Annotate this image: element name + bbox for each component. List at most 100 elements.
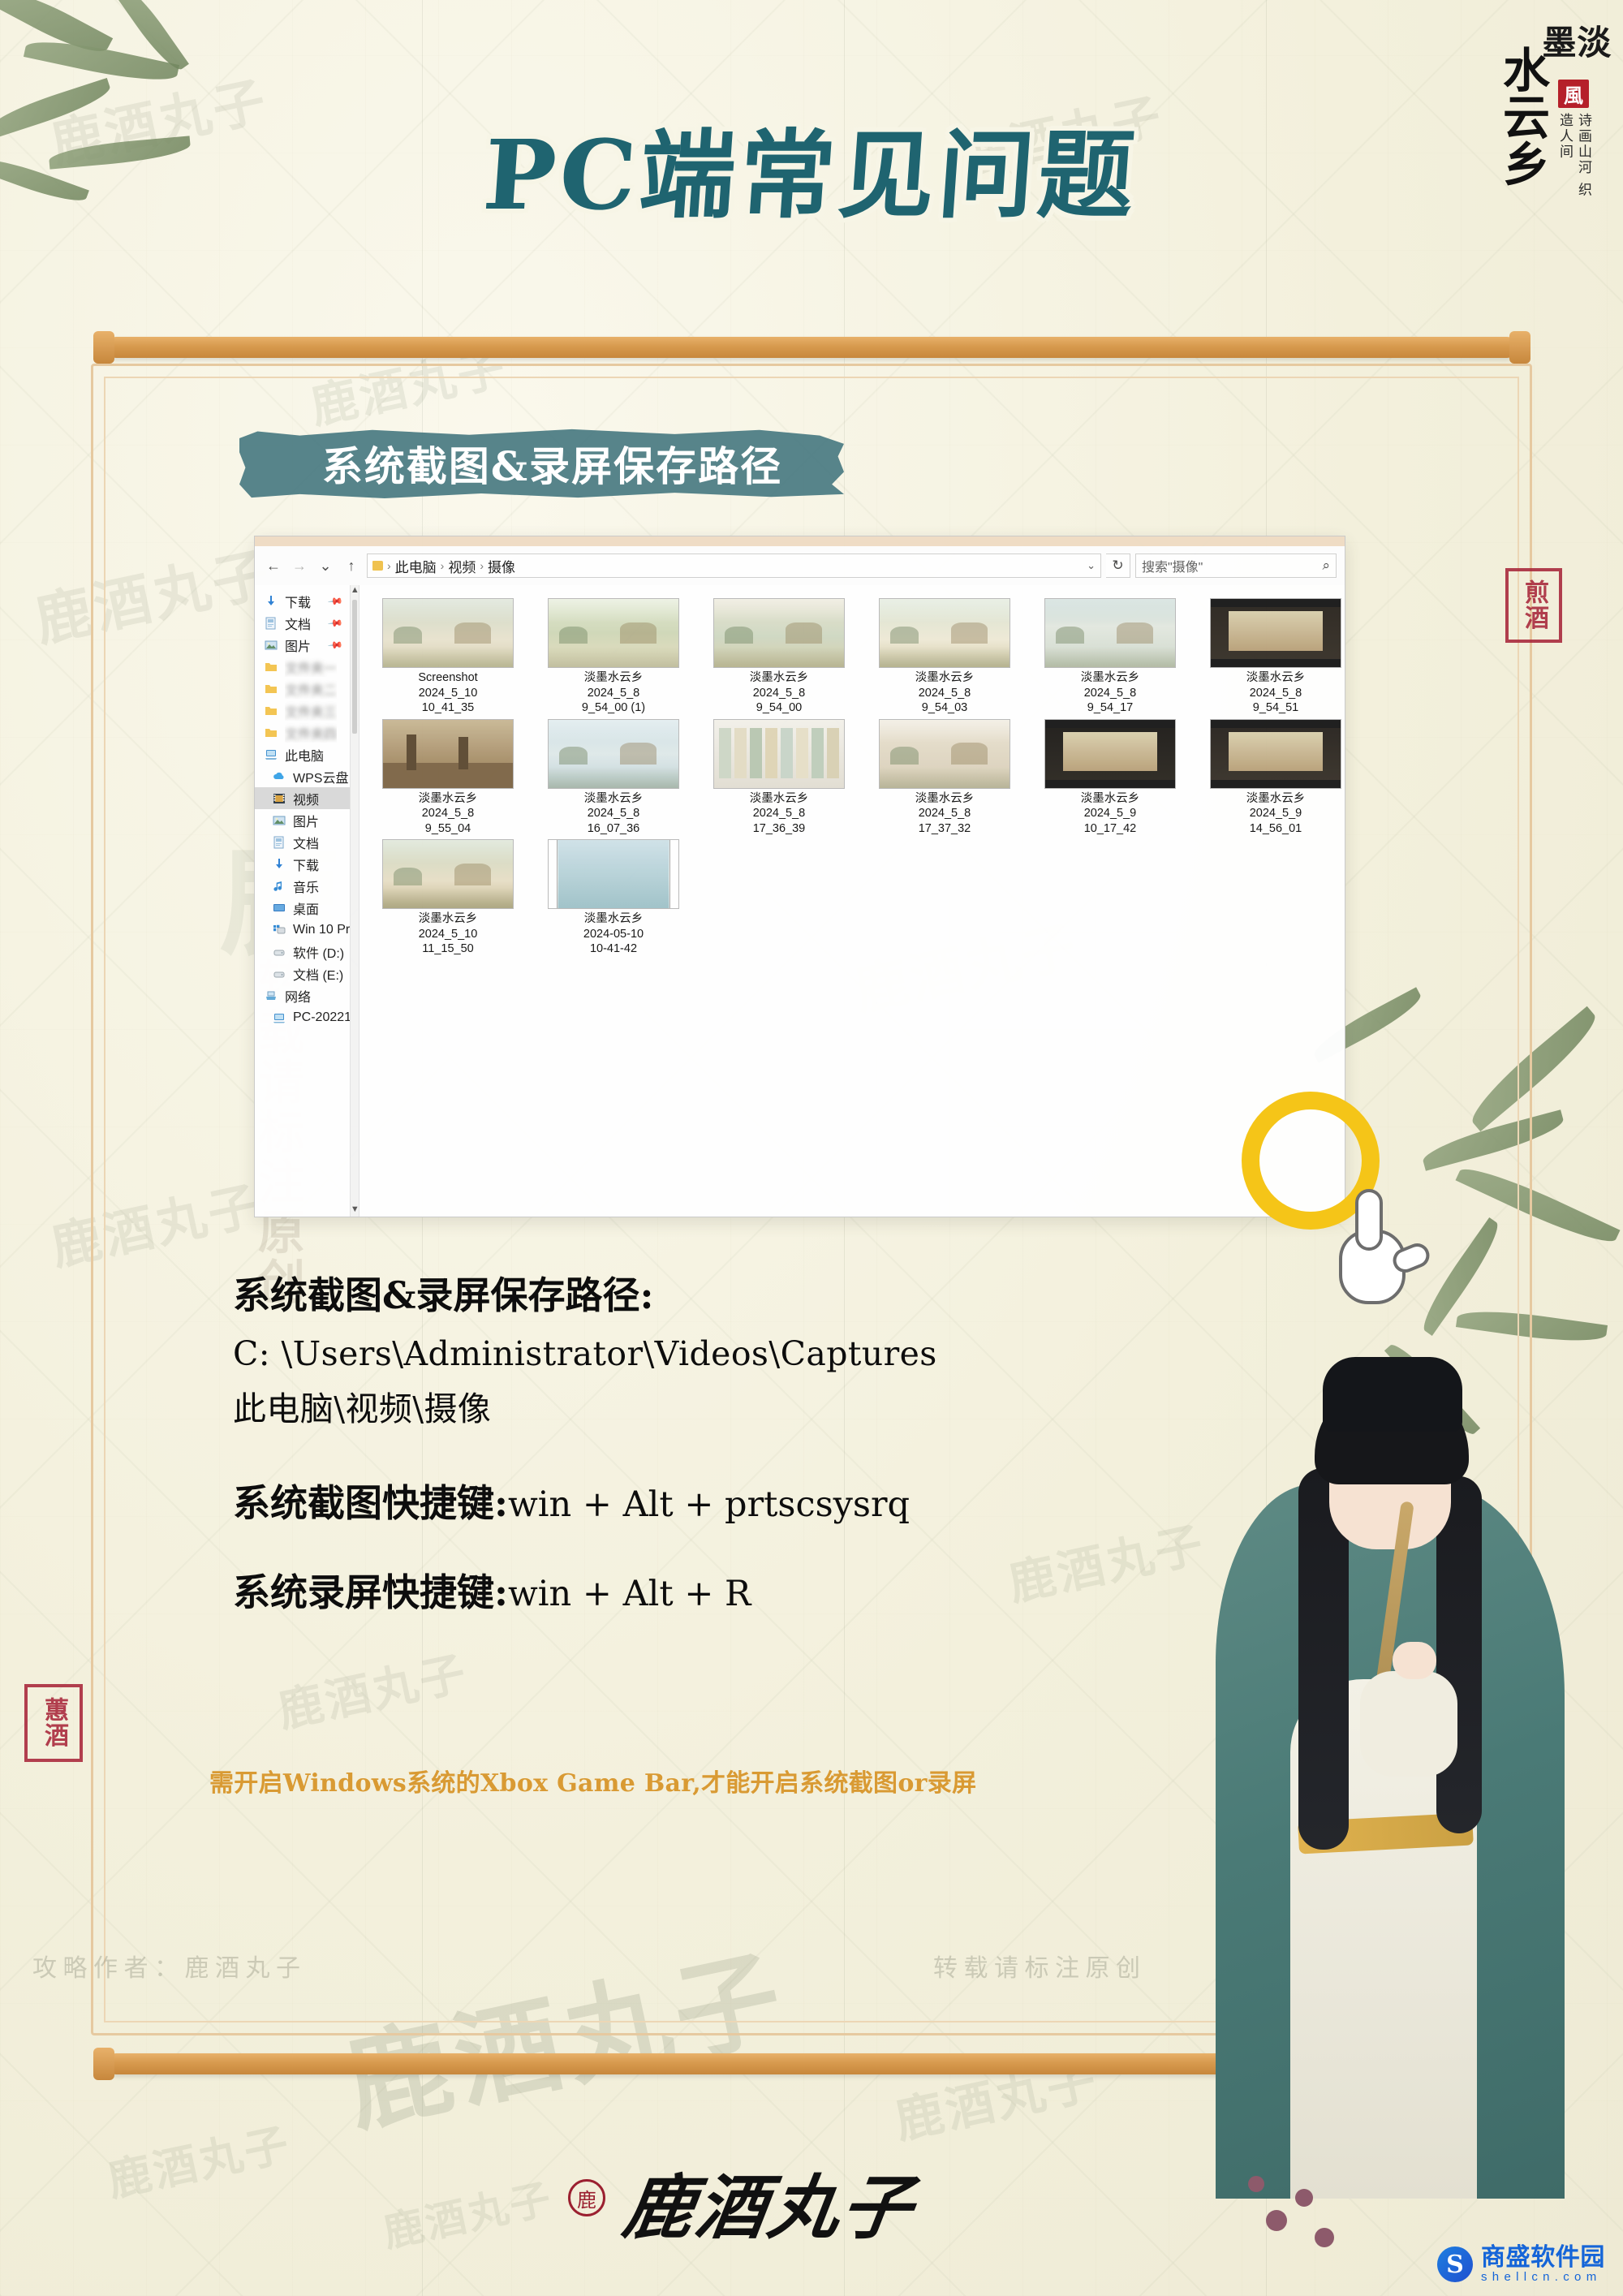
sidebar-item-label: 文件夹二 xyxy=(285,683,338,698)
sidebar-item-9[interactable]: 视频 xyxy=(255,787,350,809)
file-name-label: 淡墨水云乡 2024_5_8 9_54_03 xyxy=(915,671,975,715)
sidebar-item-1[interactable]: 文档 📌 xyxy=(255,612,350,634)
breadcrumb-separator: › xyxy=(480,559,484,572)
address-bar[interactable]: › 此电脑 › 视频 › 摄像 ⌄ xyxy=(367,554,1101,578)
explorer-sidebar[interactable]: 下载 📌 文档 📌 图片 📌 文件夹一 文件夹二 文件夹三 文件夹四 此电脑 WPS云盘 视频 图片 文档下… xyxy=(255,585,351,1217)
explorer-file-area[interactable]: Screenshot 2024_5_10 10_41_35 淡墨水云乡 2024_… xyxy=(359,585,1345,1217)
refresh-icon[interactable]: ↻ xyxy=(1106,554,1130,578)
file-tile[interactable]: 淡墨水云乡 2024_5_8 17_36_39 xyxy=(710,718,848,837)
footer-watermark-repost: 转载请标注原创 xyxy=(933,1954,1147,1983)
pin-icon[interactable]: 📌 xyxy=(327,636,343,653)
file-name-label: 淡墨水云乡 2024-05-10 10-41-42 xyxy=(583,912,644,956)
file-name-label: 淡墨水云乡 2024_5_8 16_07_36 xyxy=(583,791,644,835)
scroll-down-icon[interactable]: ▼ xyxy=(351,1204,359,1217)
scrollbar-thumb[interactable] xyxy=(351,600,357,734)
sidebar-item-label: 文件夹一 xyxy=(285,661,338,676)
sidebar-item-15[interactable]: Win 10 Pro x64 xyxy=(255,919,350,941)
breadcrumb-item-this-pc[interactable]: 此电脑 xyxy=(395,556,437,576)
search-input[interactable]: 搜索"摄像" ⌕ xyxy=(1135,554,1337,578)
sidebar-item-17[interactable]: 文档 (E:) xyxy=(255,963,350,984)
file-tile[interactable]: 淡墨水云乡 2024_5_8 9_54_00 xyxy=(710,598,848,716)
file-thumbnail[interactable] xyxy=(382,598,514,668)
sidebar-item-label: 视频 xyxy=(293,793,320,808)
sidebar-item-14[interactable]: 桌面 xyxy=(255,897,350,919)
search-icon[interactable]: ⌕ xyxy=(1322,558,1330,574)
file-tile[interactable]: 淡墨水云乡 2024_5_9 10_17_42 xyxy=(1041,718,1179,837)
sidebar-item-label: 音乐 xyxy=(293,881,320,895)
sidebar-item-0[interactable]: 下载 📌 xyxy=(255,590,350,612)
file-thumbnail[interactable] xyxy=(382,718,514,789)
site-badge-text: 商盛软件园 shellcn.com xyxy=(1481,2245,1605,2283)
sidebar-item-label: 文件夹四 xyxy=(285,727,338,742)
character-hand xyxy=(1393,1642,1436,1679)
sidebar-scrollbar[interactable]: ▲ ▼ xyxy=(350,585,359,1217)
sidebar-item-label: 下载 xyxy=(293,859,320,873)
site-logo-icon: S xyxy=(1437,2246,1473,2282)
file-thumbnail[interactable] xyxy=(879,718,1010,789)
sidebar-item-16[interactable]: 软件 (D:) xyxy=(255,941,350,963)
document-icon xyxy=(265,617,279,630)
download-icon xyxy=(265,595,279,608)
pin-icon[interactable]: 📌 xyxy=(327,614,343,631)
file-thumbnail[interactable] xyxy=(1210,598,1341,668)
file-thumbnail[interactable] xyxy=(548,839,679,910)
breadcrumb-separator: › xyxy=(387,559,391,572)
file-thumbnail[interactable] xyxy=(548,718,679,789)
file-tile[interactable]: Screenshot 2024_5_10 10_41_35 xyxy=(379,598,517,716)
sidebar-item-12[interactable]: 下载 xyxy=(255,853,350,875)
sidebar-item-10[interactable]: 图片 xyxy=(255,809,350,831)
file-tile[interactable]: 淡墨水云乡 2024_5_8 16_07_36 xyxy=(545,718,682,837)
video-icon xyxy=(273,792,287,805)
search-placeholder: 搜索"摄像" xyxy=(1142,561,1203,575)
sidebar-item-19[interactable]: PC-202211271 xyxy=(255,1006,350,1028)
breadcrumb-item-captures[interactable]: 摄像 xyxy=(488,556,515,576)
chevron-down-icon[interactable]: ⌄ xyxy=(1087,559,1096,572)
scroll-rod-cap-right xyxy=(1509,331,1530,364)
sidebar-item-label: Win 10 Pro x64 xyxy=(293,922,350,937)
site-badge[interactable]: S 商盛软件园 shellcn.com xyxy=(1429,2239,1613,2290)
back-icon[interactable]: ← xyxy=(263,555,284,576)
up-icon[interactable]: ↑ xyxy=(341,555,362,576)
sidebar-item-7[interactable]: 此电脑 xyxy=(255,743,350,765)
pin-icon[interactable]: 📌 xyxy=(327,592,343,609)
file-thumbnail[interactable] xyxy=(548,598,679,668)
folder-icon xyxy=(372,561,383,571)
sidebar-item-11[interactable]: 文档 xyxy=(255,831,350,853)
file-explorer-window[interactable]: ← → ⌄ ↑ › 此电脑 › 视频 › 摄像 ⌄ ↻ 搜索"摄像" ⌕ 下载 📌… xyxy=(254,536,1345,1217)
file-tile[interactable]: 淡墨水云乡 2024-05-10 10-41-42 xyxy=(545,839,682,957)
breadcrumb-item-videos[interactable]: 视频 xyxy=(448,556,476,576)
sidebar-item-8[interactable]: WPS云盘 xyxy=(255,765,350,787)
file-tile[interactable]: 淡墨水云乡 2024_5_8 9_55_04 xyxy=(379,718,517,837)
file-tile[interactable]: 淡墨水云乡 2024_5_9 14_56_01 xyxy=(1207,718,1345,837)
scroll-up-icon[interactable]: ▲ xyxy=(351,585,359,597)
character-illustration xyxy=(1201,1176,1623,2199)
file-tile[interactable]: 淡墨水云乡 2024_5_8 9_54_17 xyxy=(1041,598,1179,716)
brand-mark: 淡墨 xyxy=(1537,24,1612,59)
file-tile[interactable]: 淡墨水云乡 2024_5_8 17_37_32 xyxy=(876,718,1014,837)
file-thumbnail[interactable] xyxy=(1044,598,1176,668)
file-thumbnail[interactable] xyxy=(382,839,514,910)
forward-icon[interactable]: → xyxy=(289,555,310,576)
file-tile[interactable]: 淡墨水云乡 2024_5_8 9_54_51 xyxy=(1207,598,1345,716)
file-thumbnail[interactable] xyxy=(879,598,1010,668)
sidebar-item-2[interactable]: 图片 📌 xyxy=(255,634,350,656)
sidebar-item-18[interactable]: 网络 xyxy=(255,984,350,1006)
file-tile[interactable]: 淡墨水云乡 2024_5_8 9_54_00 (1) xyxy=(545,598,682,716)
file-thumbnail[interactable] xyxy=(713,598,845,668)
sidebar-item-6[interactable]: 文件夹四 xyxy=(255,722,350,743)
window-titlebar xyxy=(255,536,1345,546)
chevron-down-icon[interactable]: ⌄ xyxy=(315,555,336,576)
sidebar-item-13[interactable]: 音乐 xyxy=(255,875,350,897)
file-tile[interactable]: 淡墨水云乡 2024_5_10 11_15_50 xyxy=(379,839,517,957)
screenshot-shortcut-keys: win + Alt + prtscsysrq xyxy=(507,1484,911,1525)
sidebar-item-5[interactable]: 文件夹三 xyxy=(255,700,350,722)
file-thumbnail[interactable] xyxy=(1210,718,1341,789)
file-grid: Screenshot 2024_5_10 10_41_35 淡墨水云乡 2024_… xyxy=(368,593,1345,957)
sidebar-item-label: 网络 xyxy=(285,990,312,1005)
file-thumbnail[interactable] xyxy=(713,718,845,789)
file-thumbnail[interactable] xyxy=(1044,718,1176,789)
sidebar-item-3[interactable]: 文件夹一 xyxy=(255,656,350,678)
file-tile[interactable]: 淡墨水云乡 2024_5_8 9_54_03 xyxy=(876,598,1014,716)
sidebar-item-4[interactable]: 文件夹二 xyxy=(255,678,350,700)
plum-blossom xyxy=(1248,2176,1264,2192)
